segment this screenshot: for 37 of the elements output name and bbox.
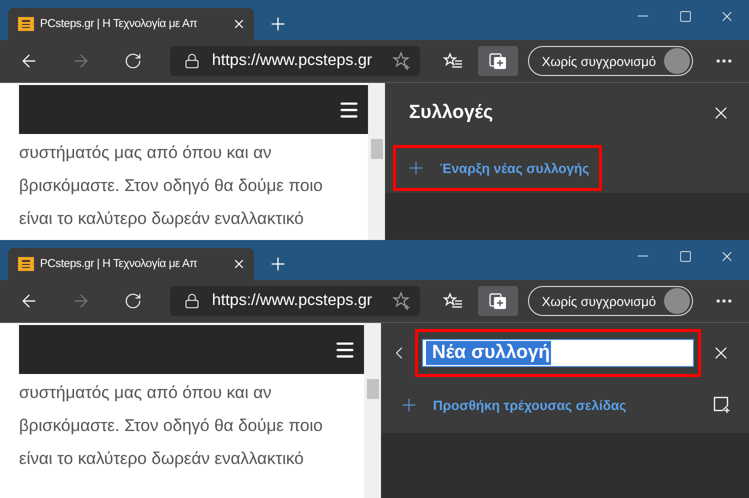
add-note-icon[interactable] — [713, 396, 731, 414]
avatar-icon — [664, 288, 690, 314]
scroll-thumb[interactable] — [366, 379, 379, 399]
scroll-thumb[interactable] — [370, 139, 382, 159]
address-bar[interactable]: https://www.pcsteps.gr — [170, 286, 420, 316]
add-current-page-button[interactable]: Προσθήκη τρέχουσας σελίδας — [389, 385, 636, 425]
add-favorite-icon[interactable] — [392, 51, 412, 71]
article-text: είναι το καλύτερο δωρεάν εναλλακτικό — [19, 448, 305, 470]
panel-title: Συλλογές — [409, 102, 494, 124]
url-text: https://www.pcsteps.gr — [212, 292, 374, 310]
article-text: συστήματός μας από όπου και αν — [19, 142, 273, 164]
url-text: https://www.pcsteps.gr — [212, 52, 374, 70]
article-text: βρισκόμαστε. Στον οδηγό θα δούμε ποιο — [19, 415, 324, 437]
avatar-icon — [664, 48, 690, 74]
article-text: συστήματός μας από όπου και αν — [19, 382, 273, 404]
collection-name-field[interactable]: Νέα συλλογή — [422, 339, 694, 367]
scrollbar[interactable] — [368, 83, 385, 240]
article-text: βρισκόμαστε. Στον οδηγό θα δούμε ποιο — [19, 175, 324, 197]
browser-tab[interactable]: PCsteps.gr | Η Τεχνολογία με Απ — [8, 248, 254, 280]
site-logo-icon — [18, 257, 34, 271]
scrollbar[interactable] — [364, 323, 381, 498]
profile-sync-button[interactable]: Χωρίς συγχρονισμό — [528, 286, 693, 316]
favorites-list-icon[interactable] — [442, 292, 463, 310]
add-favorite-icon[interactable] — [392, 291, 412, 311]
start-collection-button[interactable]: Έναρξη νέας συλλογής — [396, 148, 600, 188]
lock-icon — [184, 53, 200, 69]
favorites-list-icon[interactable] — [442, 52, 463, 70]
collections-icon[interactable] — [478, 286, 518, 316]
tab-title: PCsteps.gr | Η Τεχνολογία με Απ — [40, 258, 198, 270]
tab-title: PCsteps.gr | Η Τεχνολογία με Απ — [40, 18, 198, 30]
collections-icon[interactable] — [478, 46, 518, 76]
browser-tab[interactable]: PCsteps.gr | Η Τεχνολογία με Απ — [8, 8, 254, 40]
site-logo-icon — [18, 17, 34, 31]
lock-icon — [184, 293, 200, 309]
address-bar[interactable]: https://www.pcsteps.gr — [170, 46, 420, 76]
profile-sync-button[interactable]: Χωρίς συγχρονισμό — [528, 46, 693, 76]
article-text: είναι το καλύτερο δωρεάν εναλλακτικό — [19, 208, 305, 230]
